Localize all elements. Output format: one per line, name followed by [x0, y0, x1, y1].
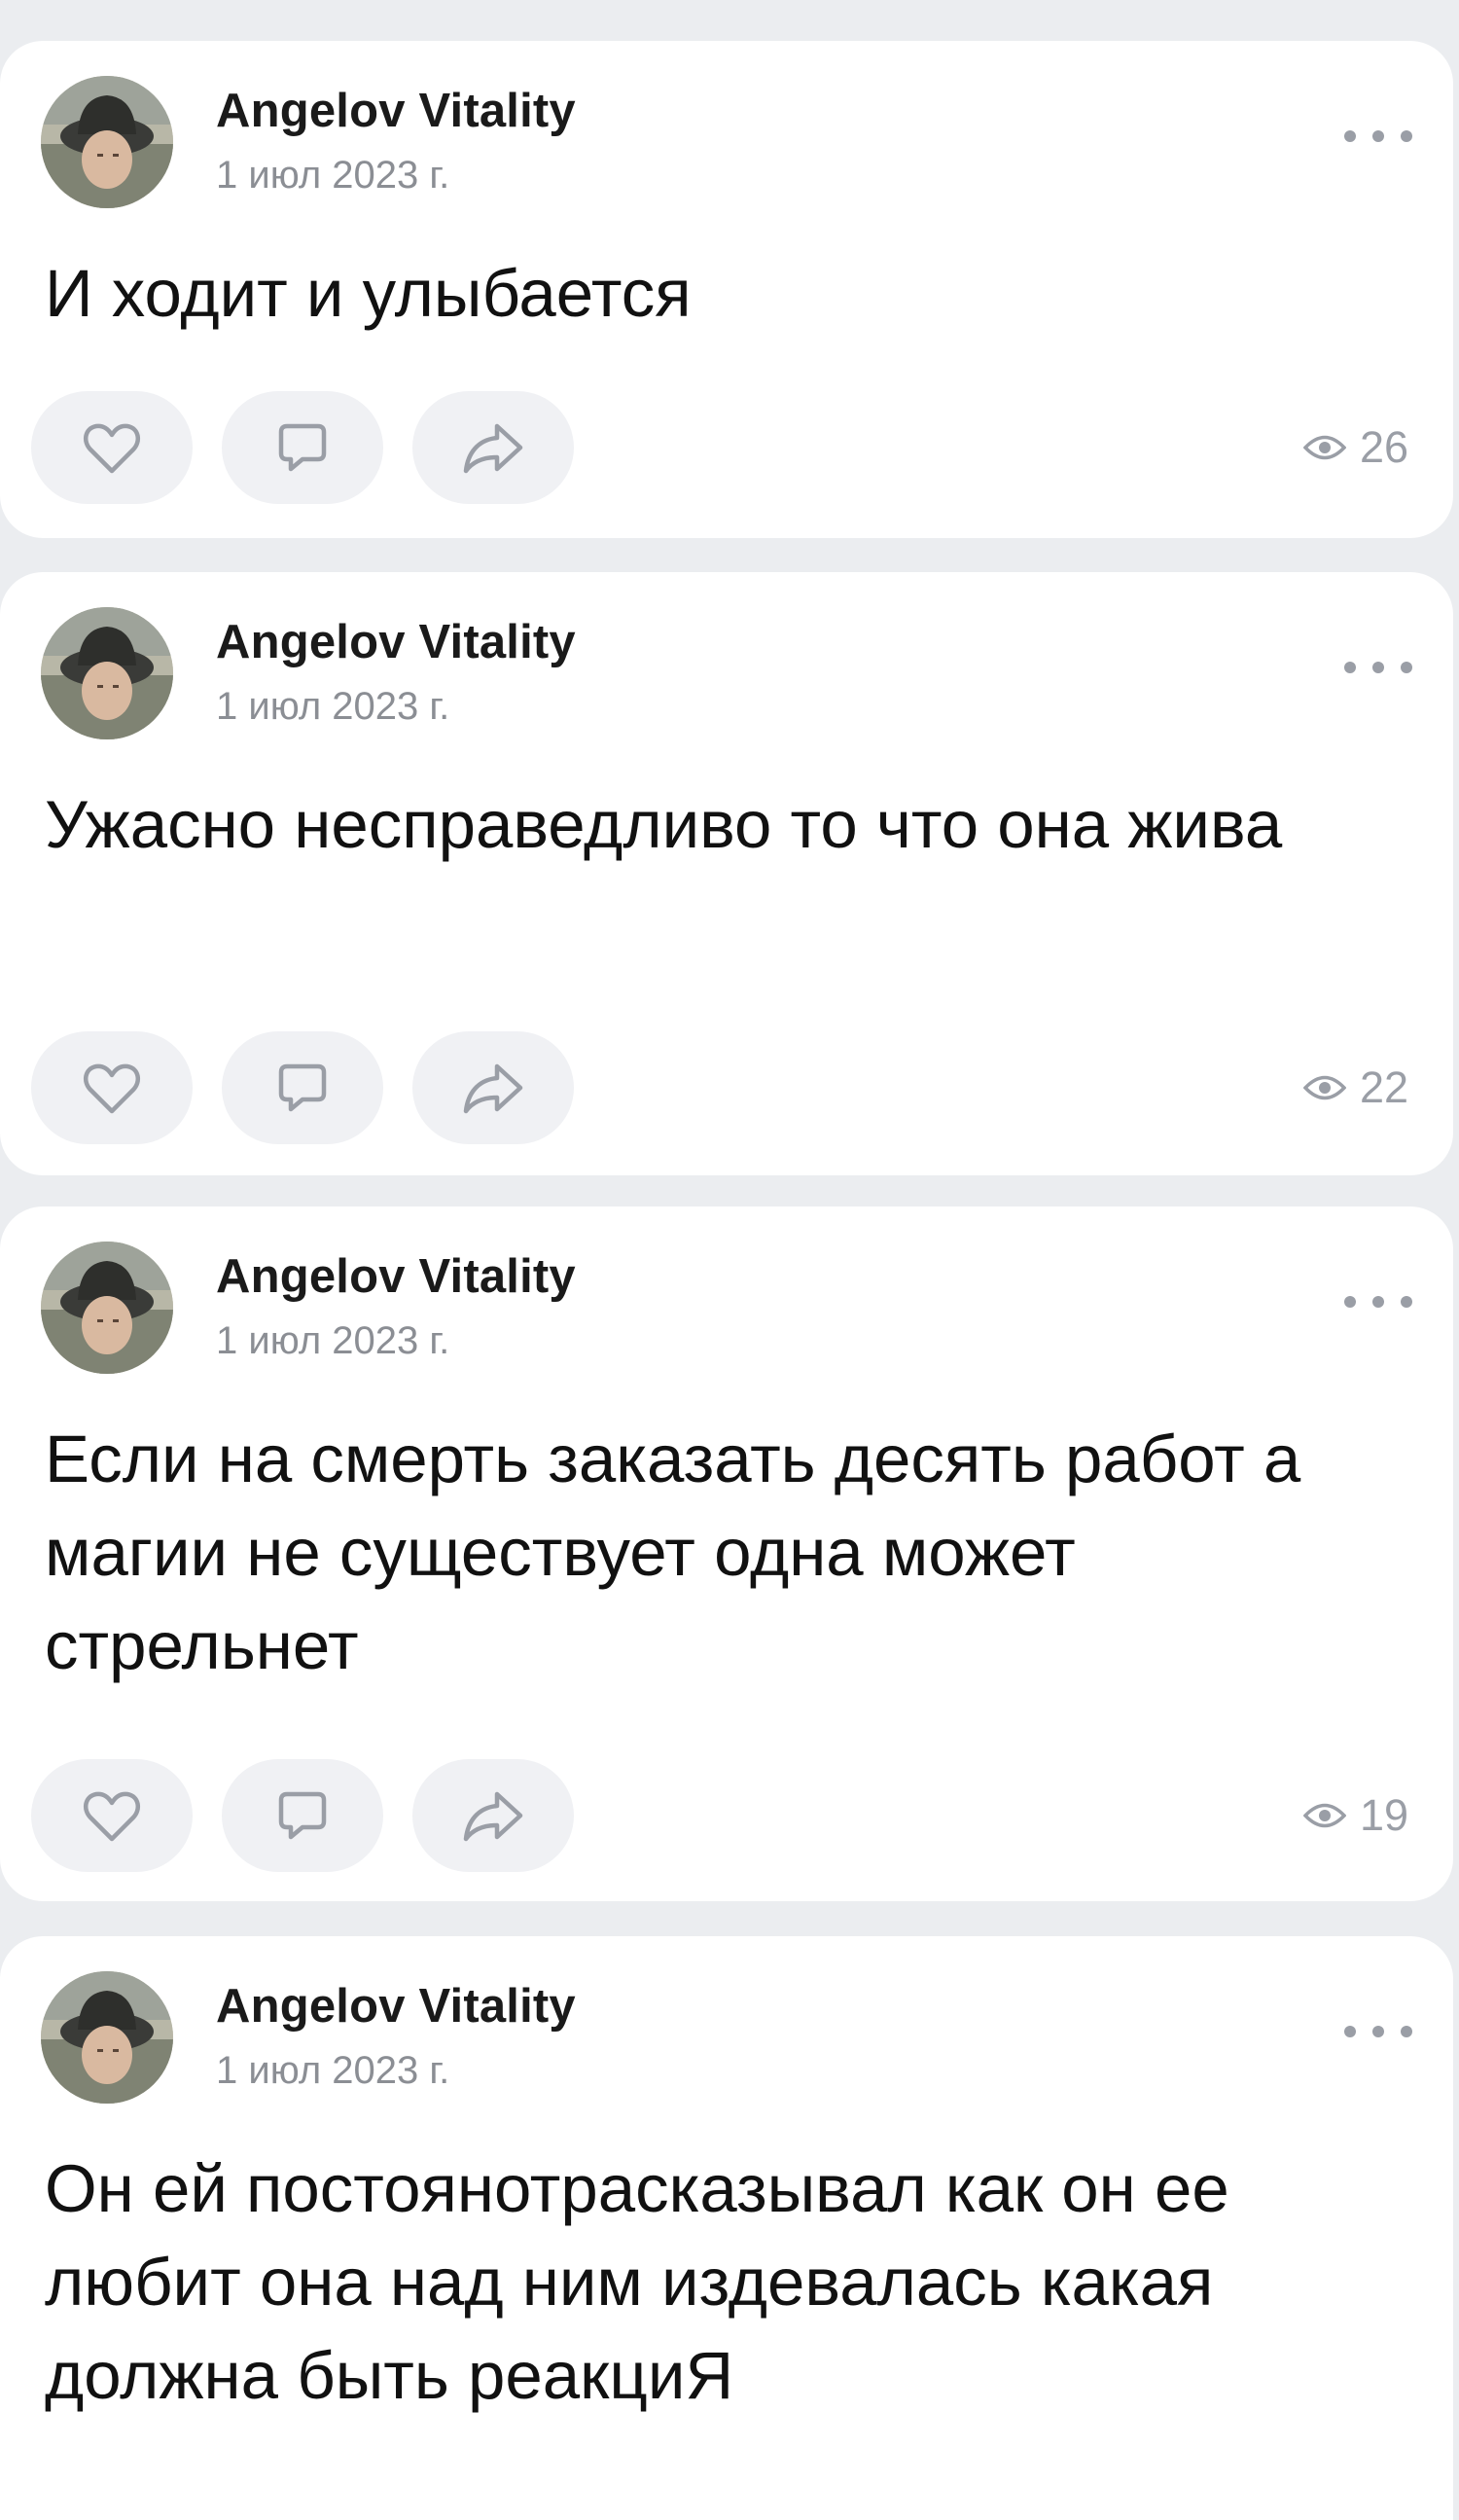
- post-date[interactable]: 1 июл 2023 г.: [216, 2049, 449, 2093]
- post-card: Angelov Vitality 1 июл 2023 г. Он ей пос…: [0, 1936, 1453, 2520]
- comment-button[interactable]: [222, 1759, 383, 1872]
- post-text: Ужасно несправедливо то что она жива: [45, 787, 1283, 862]
- comment-button[interactable]: [222, 1031, 383, 1144]
- comment-bubble-icon: [278, 1063, 327, 1112]
- post-date[interactable]: 1 июл 2023 г.: [216, 154, 449, 198]
- views-counter: 22: [1302, 1062, 1408, 1113]
- post-card: Angelov Vitality 1 июл 2023 г. И ходит и…: [0, 41, 1453, 538]
- share-arrow-icon: [463, 1063, 523, 1114]
- like-button[interactable]: [31, 391, 193, 504]
- author-name[interactable]: Angelov Vitality: [216, 1249, 576, 1304]
- author-avatar[interactable]: [41, 607, 173, 739]
- more-dots-icon[interactable]: [1344, 648, 1412, 687]
- post-date[interactable]: 1 июл 2023 г.: [216, 685, 449, 729]
- post-text: И ходит и улыбается: [45, 256, 692, 331]
- author-name[interactable]: Angelov Vitality: [216, 84, 576, 138]
- share-arrow-icon: [463, 1791, 523, 1842]
- post-card: Angelov Vitality 1 июл 2023 г. Если на с…: [0, 1206, 1453, 1901]
- eye-icon: [1302, 1803, 1346, 1828]
- heart-icon: [83, 423, 141, 474]
- comment-button[interactable]: [222, 391, 383, 504]
- share-arrow-icon: [463, 423, 523, 474]
- eye-icon: [1302, 435, 1346, 460]
- post-actions: [31, 391, 574, 504]
- post-text: Он ей постоянотрасказывал как он ее люби…: [45, 2151, 1229, 2413]
- views-counter: 26: [1302, 422, 1408, 473]
- post-actions: [31, 1759, 574, 1872]
- more-dots-icon[interactable]: [1344, 1282, 1412, 1321]
- post-actions: [31, 1031, 574, 1144]
- author-avatar[interactable]: [41, 76, 173, 208]
- more-dots-icon[interactable]: [1344, 117, 1412, 156]
- like-button[interactable]: [31, 1031, 193, 1144]
- author-avatar[interactable]: [41, 1971, 173, 2104]
- views-counter: 19: [1302, 1790, 1408, 1841]
- eye-icon: [1302, 1075, 1346, 1100]
- more-dots-icon[interactable]: [1344, 2012, 1412, 2051]
- post-date[interactable]: 1 июл 2023 г.: [216, 1319, 449, 1363]
- author-name[interactable]: Angelov Vitality: [216, 1979, 576, 2034]
- post-card: Angelov Vitality 1 июл 2023 г. Ужасно не…: [0, 572, 1453, 1175]
- views-count: 26: [1359, 422, 1408, 472]
- views-count: 22: [1359, 1062, 1408, 1112]
- heart-icon: [83, 1063, 141, 1114]
- views-count: 19: [1359, 1790, 1408, 1840]
- post-text: Если на смерть заказать десять работ а м…: [45, 1422, 1301, 1683]
- share-button[interactable]: [412, 1759, 574, 1872]
- comment-bubble-icon: [278, 423, 327, 472]
- author-avatar[interactable]: [41, 1242, 173, 1374]
- share-button[interactable]: [412, 1031, 574, 1144]
- share-button[interactable]: [412, 391, 574, 504]
- posts-feed: Angelov Vitality 1 июл 2023 г. И ходит и…: [0, 0, 1459, 2520]
- like-button[interactable]: [31, 1759, 193, 1872]
- comment-bubble-icon: [278, 1791, 327, 1840]
- heart-icon: [83, 1791, 141, 1842]
- author-name[interactable]: Angelov Vitality: [216, 615, 576, 669]
